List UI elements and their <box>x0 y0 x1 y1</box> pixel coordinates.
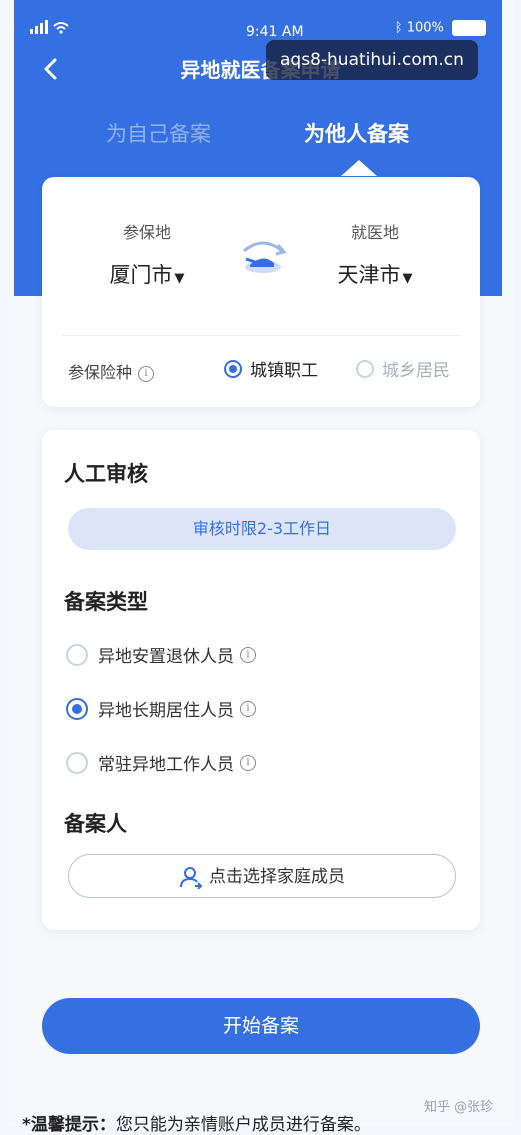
radio-selected-icon <box>66 697 88 720</box>
insured-location-label: 参保地 <box>122 223 171 242</box>
filing-option-resident-worker[interactable]: 常驻异地工作人员 i <box>66 750 256 775</box>
insured-location-select[interactable]: 厦门市 ▼ <box>72 259 222 289</box>
radio-selected-icon <box>224 359 242 378</box>
tab-bar: 为自己备案 为他人备案 <box>14 118 502 158</box>
info-icon[interactable]: i <box>138 365 155 382</box>
option-label: 异地长期居住人员 <box>98 701 234 721</box>
radio-unselected-icon <box>66 751 88 774</box>
insurance-type-text: 参保险种 <box>68 363 133 382</box>
start-filing-button[interactable]: 开始备案 <box>42 998 480 1054</box>
insurance-option-urban-employee[interactable]: 城镇职工 <box>224 356 318 381</box>
user-icon <box>180 867 203 890</box>
medical-location-label: 就医地 <box>350 223 399 242</box>
option-label: 常驻异地工作人员 <box>98 755 234 775</box>
divider <box>62 335 460 336</box>
filing-card: 人工审核 审核时限2-3工作日 备案类型 异地安置退休人员 i 异地长期居住人员 i… <box>42 430 480 930</box>
watermark: aqs8-huatihui.com.cn <box>266 40 478 80</box>
tip-prefix: *温馨提示： <box>22 1115 116 1135</box>
tip-body: 您只能为亲情账户成员进行备案。 <box>115 1115 371 1135</box>
info-icon[interactable]: i <box>240 700 256 717</box>
radio-unselected-icon <box>356 359 374 378</box>
insurance-type-label: 参保险种 i <box>68 359 155 383</box>
tip-text: *温馨提示：您只能为亲情账户成员进行备案。 <box>22 1110 371 1135</box>
info-icon[interactable]: i <box>240 646 256 663</box>
medical-location-select[interactable]: 天津市 ▼ <box>300 259 450 289</box>
medical-location: 就医地 天津市 ▼ <box>300 177 450 289</box>
info-icon[interactable]: i <box>240 754 256 771</box>
insured-location: 参保地 厦门市 ▼ <box>72 177 222 289</box>
credit-watermark: 知乎 @张珍 <box>424 1100 494 1115</box>
option-label: 城乡居民 <box>382 361 450 381</box>
review-title: 人工审核 <box>64 462 148 486</box>
filing-type-title: 备案类型 <box>64 590 148 614</box>
tab-others-filing[interactable]: 为他人备案 <box>304 118 409 148</box>
dropdown-caret-icon: ▼ <box>402 271 413 286</box>
bluetooth-icon: ᛒ <box>394 20 403 36</box>
battery-icon: ᛒ 100% <box>395 20 486 36</box>
active-tab-indicator <box>341 160 377 176</box>
medical-location-value: 天津市 <box>337 263 401 287</box>
filing-option-retired[interactable]: 异地安置退休人员 i <box>66 642 256 667</box>
insured-location-value: 厦门市 <box>109 263 173 287</box>
radio-unselected-icon <box>66 643 88 666</box>
review-time-badge: 审核时限2-3工作日 <box>68 508 456 550</box>
location-card: 参保地 厦门市 ▼ 就医地 天津市 ▼ 参保险种 i 城镇职工 城乡居民 <box>42 177 480 407</box>
dropdown-caret-icon: ▼ <box>174 271 185 286</box>
option-label: 异地安置退休人员 <box>98 647 234 667</box>
filing-option-long-term-resident[interactable]: 异地长期居住人员 i <box>66 696 256 721</box>
option-label: 城镇职工 <box>250 361 318 381</box>
select-family-member-button[interactable]: 点击选择家庭成员 <box>68 854 456 898</box>
swap-icon[interactable] <box>238 237 288 277</box>
filer-title: 备案人 <box>64 812 127 836</box>
signal-icon <box>30 20 70 38</box>
insurance-option-urban-rural-resident[interactable]: 城乡居民 <box>356 356 450 381</box>
select-family-member-label: 点击选择家庭成员 <box>209 867 345 887</box>
battery-text: 100% <box>406 20 444 36</box>
status-time: 9:41 AM <box>246 24 304 40</box>
tab-self-filing[interactable]: 为自己备案 <box>106 118 211 148</box>
